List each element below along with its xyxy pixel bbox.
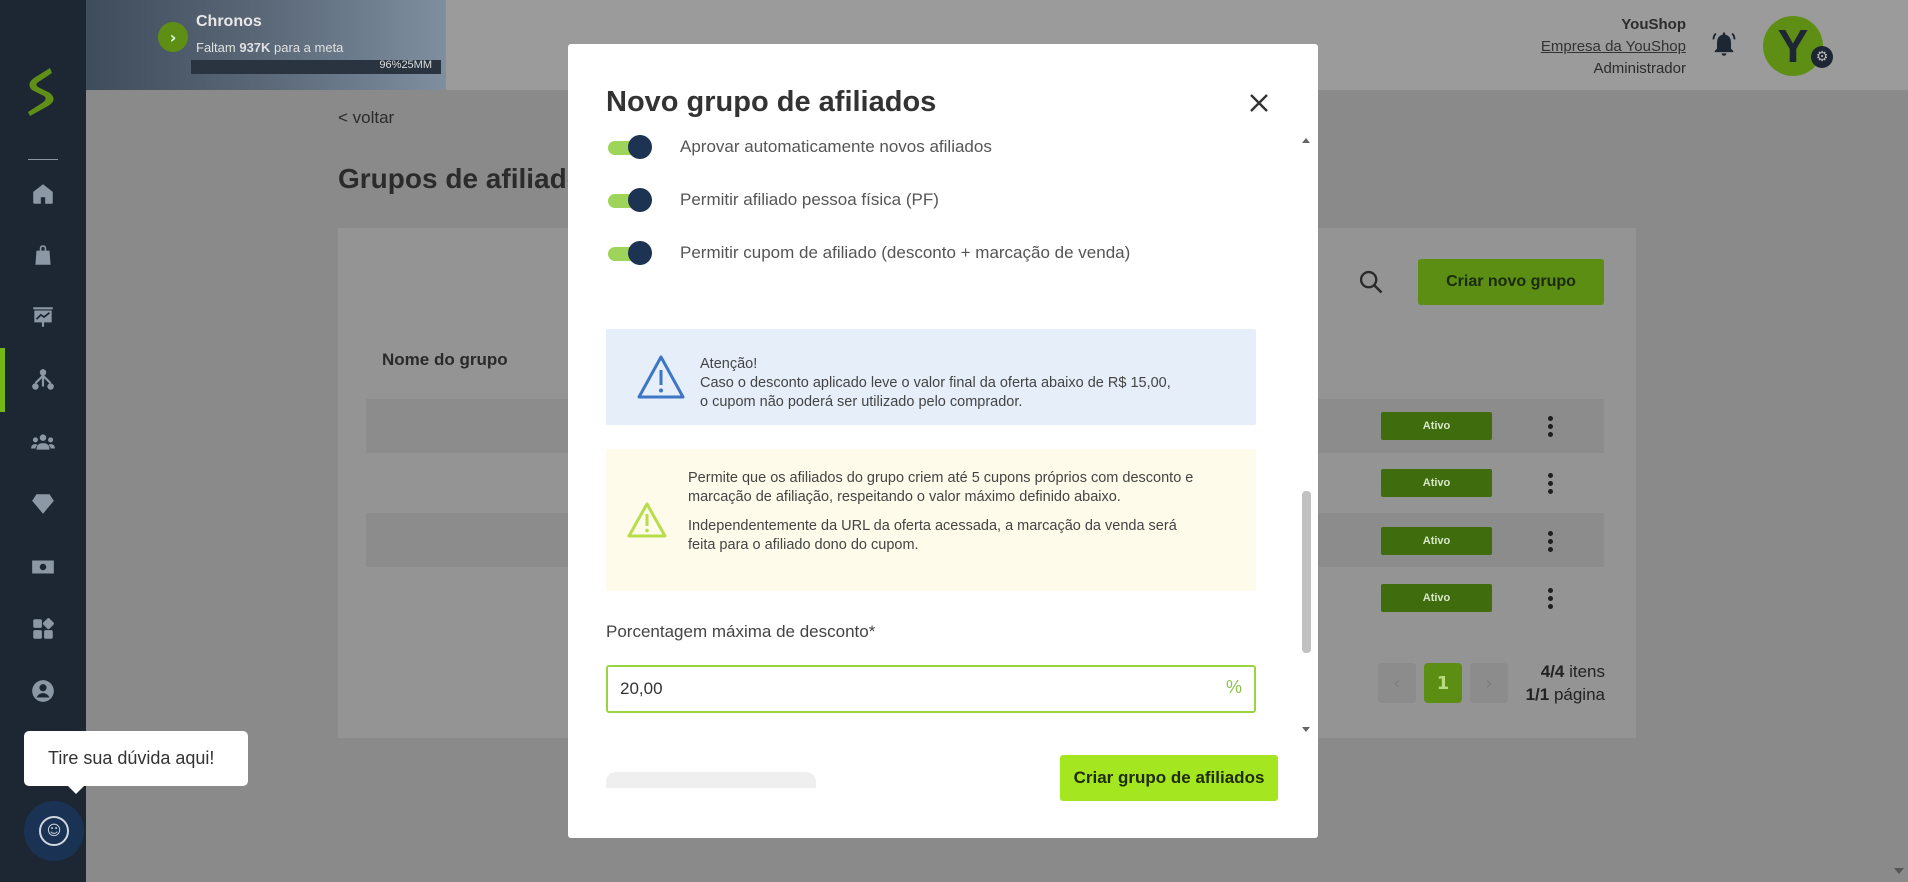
notification-bell-icon[interactable]: [1710, 30, 1738, 58]
company-link[interactable]: Empresa da YouShop: [1541, 36, 1686, 58]
brand-logo[interactable]: [22, 66, 64, 118]
toggle-auto-approve[interactable]: Aprovar automaticamente novos afiliados: [606, 132, 992, 162]
row-menu-icon[interactable]: [1540, 584, 1560, 612]
warning-alert: Permite que os afiliados do grupo criem …: [606, 449, 1256, 591]
goal-banner[interactable]: › Chronos Faltam 937K para a meta 96%25M…: [86, 0, 446, 90]
apps-grid-icon: [33, 618, 54, 639]
user-name: YouShop: [1621, 16, 1686, 33]
sidebar-item-account[interactable]: [29, 677, 57, 705]
goal-subtitle: Faltam 937K para a meta: [196, 40, 344, 55]
home-icon: [33, 184, 53, 204]
goal-title: Chronos: [196, 13, 262, 30]
column-header-group-name: Nome do grupo: [382, 350, 508, 369]
chat-support-icon: ☺: [39, 816, 69, 846]
sidebar-item-reports[interactable]: [29, 303, 57, 331]
pager-info: 4/4 itens 1/1 página: [1525, 662, 1605, 704]
toggle-allow-coupon[interactable]: Permitir cupom de afiliado (desconto + m…: [606, 238, 1130, 268]
shopping-bag-icon: [35, 245, 51, 265]
info-alert-text: Atenção! Caso o desconto aplicado leve o…: [700, 356, 1171, 410]
status-badge: Ativo: [1381, 527, 1492, 555]
help-chat-button[interactable]: ☺: [24, 801, 84, 861]
warning-icon: [637, 355, 685, 399]
goal-progress-text: 96%25MM: [379, 59, 432, 71]
row-menu-icon[interactable]: [1540, 412, 1560, 440]
sidebar-active-indicator: [0, 348, 5, 412]
sidebar-item-home[interactable]: [29, 180, 57, 208]
sidebar-item-products[interactable]: [29, 241, 57, 269]
toggle-switch[interactable]: [606, 188, 654, 212]
info-alert: Atenção! Caso o desconto aplicado leve o…: [606, 329, 1256, 425]
chevron-right-icon[interactable]: ›: [158, 22, 188, 52]
user-info: YouShop Empresa da YouShop Administrador: [1541, 14, 1686, 80]
toggle-switch[interactable]: [606, 241, 654, 265]
user-role: Administrador: [1593, 60, 1686, 77]
warning-alert-text: Permite que os afiliados do grupo criem …: [688, 470, 1194, 553]
toggle-label: Aprovar automaticamente novos afiliados: [680, 137, 992, 156]
sidebar-item-finance[interactable]: [29, 553, 57, 581]
create-affiliate-group-button[interactable]: Criar grupo de afiliados: [1060, 755, 1278, 801]
pager-page-button[interactable]: 1: [1424, 663, 1462, 703]
row-menu-icon[interactable]: [1540, 527, 1560, 555]
network-icon: [32, 369, 54, 390]
scroll-up-arrow-icon[interactable]: [1300, 134, 1312, 146]
help-tooltip: Tire sua dúvida aqui!: [24, 731, 248, 794]
scroll-down-arrow-icon[interactable]: [1300, 724, 1312, 736]
page-scroll-down-arrow-icon[interactable]: [1892, 864, 1906, 878]
toggle-switch[interactable]: [606, 135, 654, 159]
discount-field-label: Porcentagem máxima de desconto*: [606, 622, 876, 641]
presentation-chart-icon: [33, 307, 53, 327]
close-button[interactable]: [1244, 88, 1274, 118]
sidebar-item-members[interactable]: [29, 428, 57, 456]
diamond-icon: [32, 494, 54, 514]
sidebar-item-apps[interactable]: [29, 615, 57, 643]
modal-scroll-area[interactable]: Aprovar automaticamente novos afiliados …: [568, 132, 1318, 788]
modal-title: Novo grupo de afiliados: [606, 86, 937, 118]
discount-input[interactable]: [620, 667, 1200, 711]
user-circle-icon: [32, 680, 54, 702]
search-icon[interactable]: [1357, 268, 1385, 296]
create-new-group-button[interactable]: Criar novo grupo: [1418, 259, 1604, 305]
money-icon: [32, 560, 54, 574]
row-menu-icon[interactable]: [1540, 469, 1560, 497]
toggle-allow-pf[interactable]: Permitir afiliado pessoa física (PF): [606, 185, 939, 215]
status-badge: Ativo: [1381, 412, 1492, 440]
status-badge: Ativo: [1381, 469, 1492, 497]
discount-field-wrapper[interactable]: %: [606, 665, 1256, 713]
modal-scrollbar-thumb[interactable]: [1302, 491, 1311, 653]
sidebar-divider: [28, 159, 58, 160]
page-title: Grupos de afiliados: [338, 163, 600, 194]
close-icon: [1250, 94, 1268, 112]
status-badge: Ativo: [1381, 584, 1492, 612]
new-affiliate-group-modal: Novo grupo de afiliados Aprovar automati…: [568, 44, 1318, 838]
percent-unit: %: [1225, 677, 1242, 697]
chevron-left-icon: ‹: [1393, 672, 1401, 694]
next-section-placeholder: [606, 772, 816, 788]
chevron-right-icon: ›: [1485, 672, 1493, 694]
toggle-label: Permitir cupom de afiliado (desconto + m…: [680, 243, 1131, 262]
users-group-icon: [31, 434, 55, 450]
sidebar-item-premium[interactable]: [29, 490, 57, 518]
warning-icon: [627, 502, 667, 538]
sidebar-item-affiliates[interactable]: [29, 366, 57, 394]
gear-icon[interactable]: ⚙: [1811, 46, 1833, 68]
back-link[interactable]: < voltar: [338, 108, 394, 128]
avatar[interactable]: Y: [1763, 16, 1823, 76]
pager-prev-button[interactable]: ‹: [1378, 663, 1416, 703]
toggle-label: Permitir afiliado pessoa física (PF): [680, 190, 939, 209]
